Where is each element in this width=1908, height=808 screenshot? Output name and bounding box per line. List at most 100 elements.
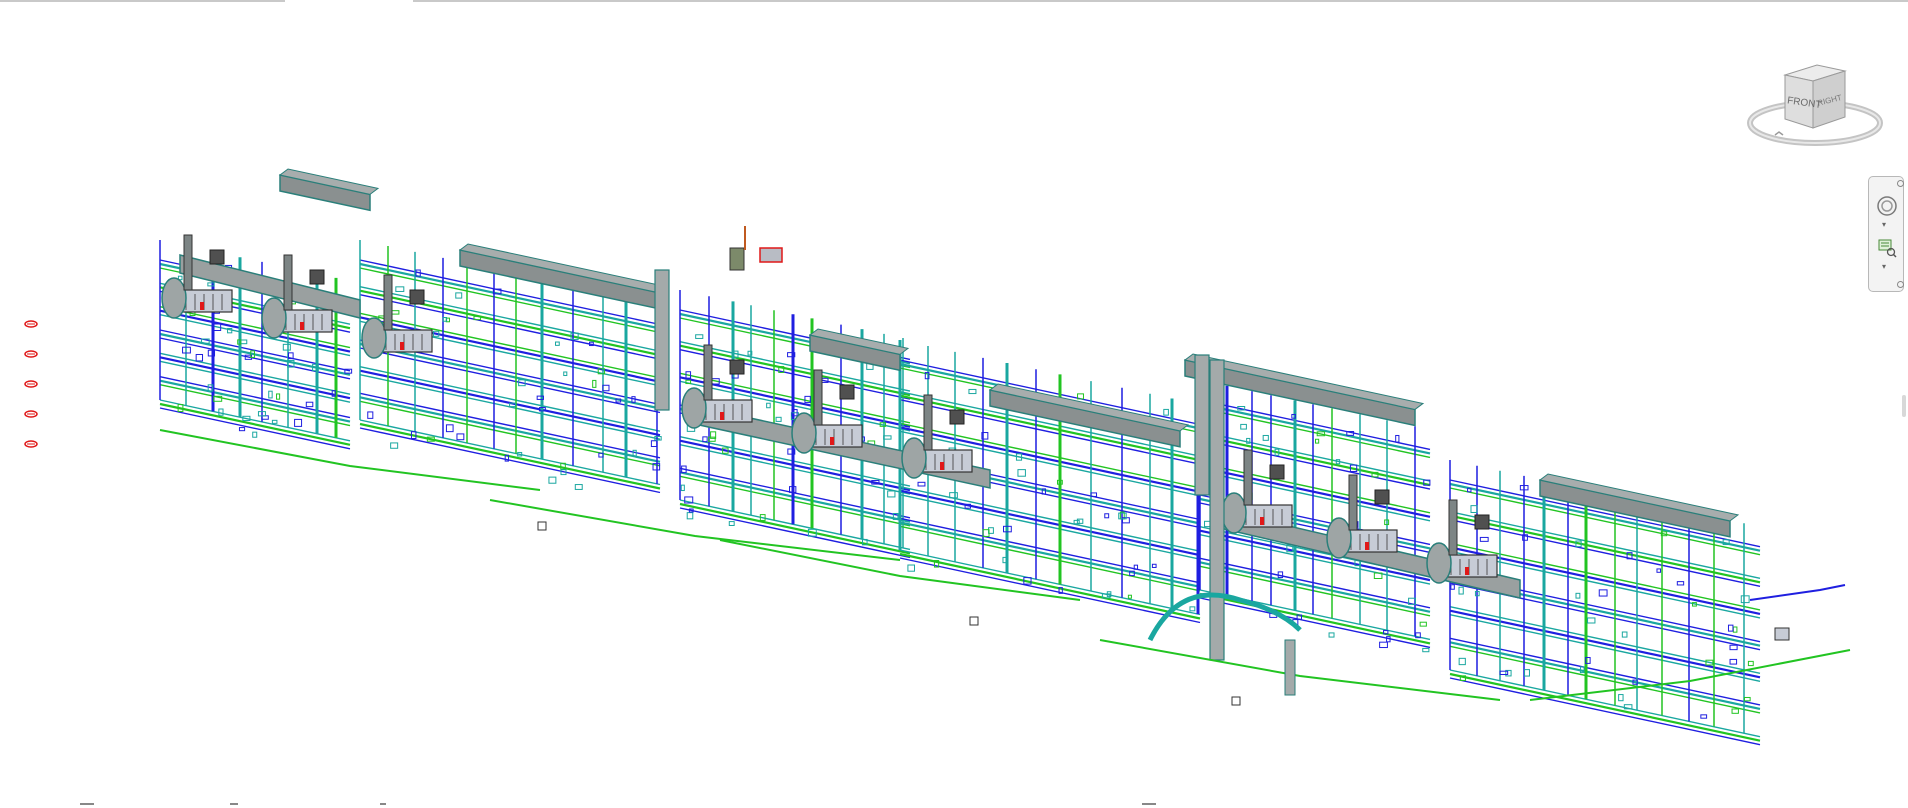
bottom-status-strip bbox=[0, 803, 1908, 808]
pipe-fitting bbox=[1127, 594, 1132, 599]
pipe-fitting bbox=[1575, 592, 1581, 599]
pipe-fitting bbox=[680, 484, 685, 492]
rooftop-fan bbox=[409, 289, 425, 305]
pipe-fitting bbox=[1104, 513, 1110, 519]
duct-elbow bbox=[791, 412, 817, 454]
mep-model-render bbox=[159, 168, 1851, 746]
ground-pipe-run bbox=[159, 429, 541, 491]
duct-elbow bbox=[1221, 492, 1247, 534]
ahu-accent bbox=[300, 322, 304, 330]
duct-shaft bbox=[654, 269, 670, 411]
pipe-fitting bbox=[276, 393, 281, 400]
pipe-fitting bbox=[1458, 657, 1466, 666]
small-equipment bbox=[1231, 696, 1241, 706]
pipe-fitting bbox=[1740, 595, 1750, 604]
pipe-fitting bbox=[917, 481, 926, 487]
ahu-accent bbox=[1365, 542, 1369, 550]
navigation-bar: ▾ ▾ bbox=[1868, 176, 1904, 292]
duct-shaft bbox=[1284, 639, 1296, 696]
pipe-fitting bbox=[574, 484, 583, 490]
exhaust-stack bbox=[383, 274, 393, 331]
chevron-down-icon[interactable]: ▾ bbox=[1882, 263, 1886, 271]
red-section-marker-icon[interactable] bbox=[24, 350, 38, 358]
pipe-fitting bbox=[1524, 669, 1530, 677]
ahu-accent bbox=[200, 302, 204, 310]
pipe-fitting bbox=[592, 379, 597, 388]
small-equipment bbox=[969, 616, 979, 626]
pipe-fitting bbox=[1379, 641, 1388, 649]
air-handling-unit bbox=[919, 449, 973, 473]
pipe-run bbox=[159, 360, 351, 403]
pipe-fitting bbox=[1729, 644, 1738, 651]
pipe-fitting bbox=[554, 341, 560, 346]
pipe-fitting bbox=[1419, 621, 1427, 627]
ahu-accent bbox=[720, 412, 724, 420]
pipe-fitting bbox=[1262, 434, 1269, 441]
pipe-fitting bbox=[1598, 589, 1608, 597]
pipe-fitting bbox=[456, 433, 465, 441]
duct-shaft bbox=[1209, 359, 1225, 661]
pipe-fitting bbox=[395, 286, 405, 292]
pipe-fitting bbox=[883, 435, 892, 440]
pipe-fitting bbox=[1450, 584, 1455, 590]
rooftop-fan bbox=[1474, 514, 1490, 530]
pipe-fitting bbox=[1189, 606, 1196, 612]
pipe-fitting bbox=[563, 371, 568, 377]
zoom-region-icon[interactable] bbox=[1876, 237, 1898, 259]
exhaust-stack bbox=[923, 394, 933, 451]
red-section-marker-icon[interactable] bbox=[24, 320, 38, 328]
pipe-fitting bbox=[1470, 505, 1478, 513]
viewcube[interactable]: FRONT RIGHT bbox=[1745, 55, 1885, 155]
navbar-options-dot[interactable] bbox=[1897, 281, 1904, 288]
exhaust-stack bbox=[1448, 499, 1458, 556]
duct-elbow bbox=[901, 437, 927, 479]
pipe-run bbox=[159, 383, 351, 427]
pipe-fitting bbox=[391, 310, 400, 315]
pipe-fitting bbox=[1731, 708, 1739, 714]
exhaust-stack bbox=[283, 254, 293, 311]
pipe-run bbox=[159, 379, 351, 423]
small-equipment bbox=[537, 521, 547, 531]
pipe-fitting bbox=[1732, 626, 1738, 633]
red-section-marker-icon[interactable] bbox=[24, 440, 38, 448]
pipe-fitting bbox=[455, 292, 463, 299]
navbar-close-dot[interactable] bbox=[1897, 180, 1904, 187]
pipe-fitting bbox=[1727, 624, 1734, 632]
pipe-run bbox=[159, 332, 351, 376]
chevron-down-icon[interactable]: ▾ bbox=[1882, 221, 1886, 229]
pipe-fitting bbox=[271, 419, 278, 424]
pipe-fitting bbox=[1621, 631, 1628, 638]
pipe-fitting bbox=[1479, 536, 1489, 542]
rooftop-fan bbox=[1269, 464, 1285, 480]
pipe-fitting bbox=[1422, 647, 1430, 653]
pipe-fitting bbox=[195, 353, 204, 362]
pipe-run bbox=[679, 471, 911, 523]
pipe-fitting bbox=[685, 379, 692, 385]
red-section-marker-icon[interactable] bbox=[24, 380, 38, 388]
air-handling-unit bbox=[179, 289, 233, 313]
exhaust-stack bbox=[1348, 474, 1358, 531]
pipe-fitting bbox=[1395, 434, 1400, 443]
pipe-fitting bbox=[1163, 408, 1169, 416]
pipe-fitting bbox=[1618, 694, 1624, 702]
pipe-fitting bbox=[728, 521, 735, 526]
pipe-fitting bbox=[632, 449, 637, 457]
pipe-fitting bbox=[1328, 632, 1335, 638]
pipe-fitting bbox=[390, 442, 399, 449]
pipe-fitting bbox=[1151, 563, 1157, 568]
scrollbar-handle[interactable] bbox=[1902, 395, 1906, 417]
duct-elbow bbox=[681, 387, 707, 429]
ground-pipe-run bbox=[489, 499, 901, 561]
3d-view-canvas[interactable]: FRONT RIGHT ▾ ▾ bbox=[0, 0, 1908, 808]
air-handling-unit bbox=[1239, 504, 1293, 528]
pipe-fitting bbox=[775, 416, 782, 422]
pipe-fitting bbox=[1700, 714, 1708, 719]
pipe-run bbox=[899, 485, 1201, 552]
pipe-run bbox=[679, 502, 911, 555]
pipe-run bbox=[1199, 434, 1431, 487]
air-handling-unit bbox=[809, 424, 863, 448]
pipe-fitting bbox=[702, 436, 708, 443]
red-section-marker-icon[interactable] bbox=[24, 410, 38, 418]
viewcube-home-icon bbox=[1774, 131, 1784, 136]
steering-wheel-icon[interactable] bbox=[1876, 195, 1898, 217]
